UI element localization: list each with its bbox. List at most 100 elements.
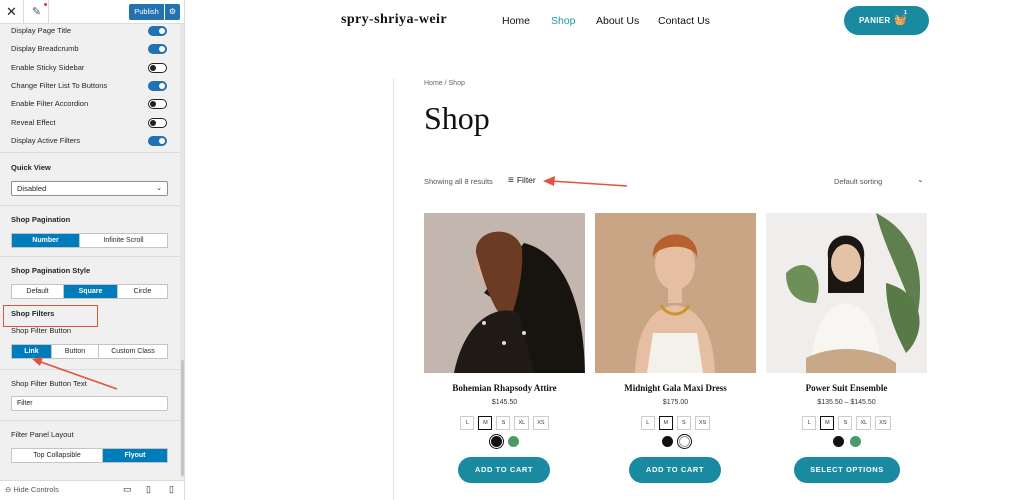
toggle-switch[interactable] [148,118,167,128]
desktop-preview-icon[interactable]: ▭ [123,484,132,495]
toggle-label: Display Active Filters [11,136,81,145]
site-title[interactable]: spry-shriya-weir [341,12,447,28]
filter-panel-layout-segmented: Top Collapsible Flyout [11,448,168,463]
color-swatch-black[interactable] [832,436,844,447]
size-option[interactable]: S [676,416,691,430]
divider [0,369,180,370]
toggle-switch[interactable] [148,63,167,73]
hide-controls-label: Hide Controls [13,485,59,494]
pagination-style-default[interactable]: Default [12,285,64,298]
product-image[interactable] [595,213,756,373]
size-option[interactable]: XS [694,416,711,430]
collapse-icon: ⊖ [5,485,12,494]
color-swatch-green[interactable] [507,436,519,447]
product-price: $135.50 – $145.50 [817,399,876,406]
toggle-row-filter-buttons: Change Filter List To Buttons [11,79,171,93]
filter-button-option-custom-class[interactable]: Custom Class [99,345,167,358]
filter-button-option-button[interactable]: Button [52,345,99,358]
toggle-row-filter-accordion: Enable Filter Accordion [11,97,171,111]
toggle-switch[interactable] [148,44,167,54]
size-option[interactable]: L [640,416,655,430]
size-options: L M S XS [595,416,756,430]
pagination-option-infinite-scroll[interactable]: Infinite Scroll [80,234,167,247]
product-name[interactable]: Bohemian Rhapsody Attire [424,383,585,393]
product-card: Midnight Gala Maxi Dress $175.00 L M S X… [595,213,756,500]
toggle-label: Reveal Effect [11,118,56,127]
divider [0,420,180,421]
filter-panel-flyout[interactable]: Flyout [103,449,167,462]
size-option[interactable]: XS [875,416,891,430]
toggle-switch[interactable] [148,136,167,146]
toggle-switch[interactable] [148,81,167,91]
select-options-button[interactable]: SELECT OPTIONS [794,457,900,483]
size-option-selected[interactable]: M [820,416,835,430]
product-image[interactable] [424,213,585,373]
nav-home[interactable]: Home [502,15,530,27]
pagination-option-number[interactable]: Number [12,234,80,247]
toggle-label: Enable Sticky Sidebar [11,63,85,72]
shop-filter-button-label: Shop Filter Button [11,326,72,335]
close-icon[interactable]: ✕ [0,0,24,24]
add-to-cart-button[interactable]: ADD TO CART [629,457,721,483]
nav-shop[interactable]: Shop [551,15,576,27]
add-to-cart-button[interactable]: ADD TO CART [458,457,550,483]
size-option[interactable]: XL [514,416,530,430]
filter-button-text-input[interactable]: Filter [11,396,168,411]
site-preview: spry-shriya-weir Home Shop About Us Cont… [185,0,1024,500]
size-option-selected[interactable]: M [478,416,493,430]
breadcrumb[interactable]: Home / Shop [424,80,465,87]
cart-button[interactable]: PANIER 🧺 1 [844,6,929,35]
menu-lines-icon: ≡ [508,175,514,186]
nav-contact-us[interactable]: Contact Us [658,15,710,27]
divider [0,256,180,257]
color-swatch-green[interactable] [849,436,861,447]
filter-panel-top-collapsible[interactable]: Top Collapsible [12,449,103,462]
size-option[interactable]: S [838,416,853,430]
size-option-selected[interactable]: M [658,416,673,430]
size-option[interactable]: L [460,416,475,430]
color-swatch-white[interactable] [678,436,690,447]
quick-view-title: Quick View [11,163,51,172]
page-title: Shop [424,100,490,136]
notification-dot [44,3,47,6]
cart-count: 1 [904,10,908,16]
divider [0,152,180,153]
color-swatch-black[interactable] [661,436,673,447]
customizer-panel: Display Page Title Display Breadcrumb En… [0,24,180,478]
shop-pagination-title: Shop Pagination [11,215,71,224]
pagination-style-circle[interactable]: Circle [118,285,167,298]
size-options: L M S XL XS [766,416,927,430]
product-price: $175.00 [662,399,689,406]
toggle-switch[interactable] [148,26,167,36]
size-option[interactable]: S [496,416,511,430]
quick-view-select[interactable]: Disabled ⌄ [11,181,168,196]
pagination-style-title: Shop Pagination Style [11,266,91,275]
filter-button-option-link[interactable]: Link [12,345,52,358]
product-image[interactable] [766,213,927,373]
toggle-row-reveal-effect: Reveal Effect [11,116,171,130]
mobile-preview-icon[interactable]: ▯ [169,484,174,495]
toggle-switch[interactable] [148,99,167,109]
color-swatch-black[interactable] [490,436,502,447]
gear-icon[interactable]: ⚙ [165,4,180,20]
product-name[interactable]: Midnight Gala Maxi Dress [595,383,756,393]
size-option[interactable]: XL [856,416,872,430]
sidebar-scrollbar-thumb[interactable] [181,360,184,476]
color-swatches [766,436,927,447]
toggle-label: Display Breadcrumb [11,44,79,53]
size-option[interactable]: XS [533,416,549,430]
chevron-down-icon: ⌄ [156,185,162,192]
chevron-down-icon[interactable]: ⌄ [917,175,924,184]
nav-about-us[interactable]: About Us [596,15,639,27]
size-option[interactable]: L [802,416,817,430]
hide-controls-button[interactable]: ⊖ Hide Controls [5,485,59,494]
filter-link[interactable]: ≡ Filter [508,175,536,186]
tablet-preview-icon[interactable]: ▯ [146,484,151,495]
sorting-select[interactable]: Default sorting [834,177,882,186]
toggle-row-breadcrumb: Display Breadcrumb [11,42,171,56]
publish-button[interactable]: Publish [129,4,164,20]
toggle-row-page-title: Display Page Title [11,24,171,38]
pagination-style-square[interactable]: Square [64,285,118,298]
product-name[interactable]: Power Suit Ensemble [766,383,927,393]
quick-view-value: Disabled [17,184,47,193]
